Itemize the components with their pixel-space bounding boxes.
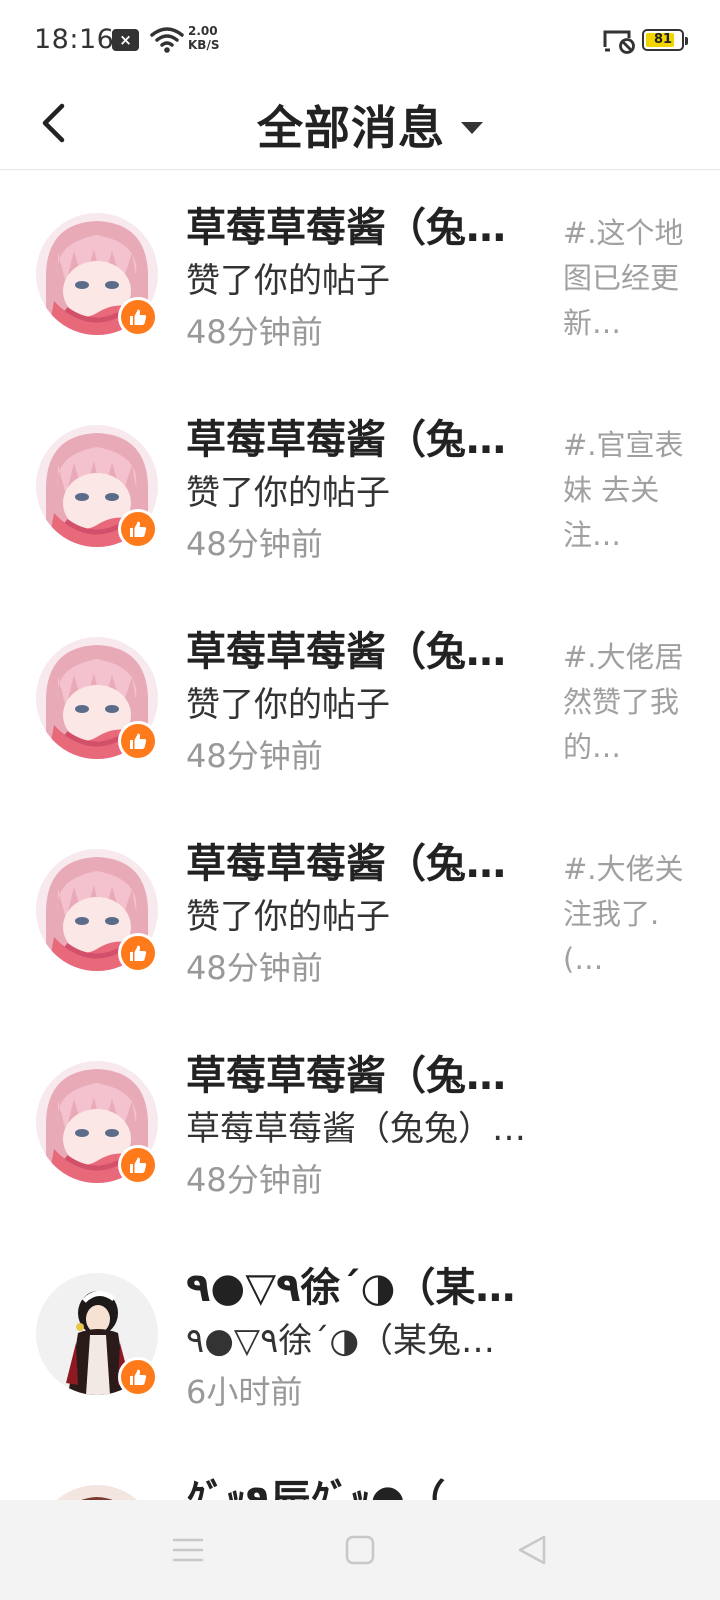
message-item[interactable]: ｸﾞｯ٩辰ｸﾞｯ●（ [0,1443,720,1501]
sender-name: 草莓草莓酱（兔… [186,629,506,675]
sender-name: 草莓草莓酱（兔… [186,841,506,887]
triangle-back-icon[interactable] [512,1530,552,1570]
like-badge [118,1145,158,1185]
menu-icon[interactable] [168,1530,208,1570]
battery-icon: 81 [642,29,688,51]
message-item[interactable]: 草莓草莓酱（兔… 赞了你的帖子 48分钟前 #.官宣表妹 去关注… [0,383,720,595]
thumbs-up-icon [130,309,147,325]
message-time: 48分钟前 [186,949,323,987]
message-text: 赞了你的帖子 [186,473,390,513]
header: 全部消息 [0,80,720,170]
message-time: 48分钟前 [186,737,323,775]
post-preview[interactable]: #.大佬关注我了.(… [563,847,693,982]
network-speed-unit: KB/S [188,38,220,52]
message-item[interactable]: 草莓草莓酱（兔… 草莓草莓酱（兔兔）… 48分钟前 [0,1019,720,1231]
screen-cast-off-icon [603,30,635,54]
thumbs-up-icon [130,945,147,961]
battery-level: 81 [653,32,673,47]
message-time: 48分钟前 [186,1161,323,1199]
message-text: 赞了你的帖子 [186,261,390,301]
message-item[interactable]: 草莓草莓酱（兔… 赞了你的帖子 48分钟前 #.大佬关注我了.(… [0,807,720,1019]
message-list: 草莓草莓酱（兔… 赞了你的帖子 48分钟前 #.这个地图已经更新… 草莓草莓酱（兔… 赞了… [0,171,720,1501]
sender-name: 草莓草莓酱（兔… [186,417,506,463]
thumbs-up-icon [130,1369,147,1385]
message-text: 草莓草莓酱（兔兔）… [186,1109,526,1149]
status-bar: 18:16 × 2.00 KB/S 81 [0,0,720,80]
system-nav-bar [0,1500,720,1600]
thumbs-up-icon [130,521,147,537]
title-dropdown[interactable]: 全部消息 [0,80,720,170]
message-text: 赞了你的帖子 [186,685,390,725]
sender-name: 草莓草莓酱（兔… [186,205,506,251]
message-item[interactable]: 草莓草莓酱（兔… 赞了你的帖子 48分钟前 #.大佬居然赞了我的… [0,595,720,807]
message-time: 48分钟前 [186,525,323,563]
post-preview[interactable]: #.官宣表妹 去关注… [563,423,693,558]
message-time: 48分钟前 [186,313,323,351]
status-time: 18:16 [34,24,115,55]
sender-name: ｸﾞｯ٩辰ｸﾞｯ●（ [186,1477,446,1501]
square-home-icon[interactable] [340,1530,380,1570]
thumbs-up-icon [130,733,147,749]
thumbs-up-icon [130,1157,147,1173]
notification-x-icon: × [112,29,139,51]
message-time: 6小时前 [186,1373,303,1411]
caret-down-icon [461,122,483,134]
message-text: ٩▽●٩徐´◑（某兔… [186,1321,496,1361]
like-badge [118,721,158,761]
sender-name: ٩▽●٩徐´◑（某… [186,1265,516,1311]
message-item[interactable]: 草莓草莓酱（兔… 赞了你的帖子 48分钟前 #.这个地图已经更新… [0,171,720,383]
like-badge [118,509,158,549]
message-item[interactable]: ٩▽●٩徐´◑（某… ٩▽●٩徐´◑（某兔… 6小时前 [0,1231,720,1443]
like-badge [118,933,158,973]
network-speed: 2.00 KB/S [188,24,219,52]
like-badge [118,297,158,337]
post-preview[interactable]: #.这个地图已经更新… [563,211,693,346]
avatar[interactable] [36,1485,158,1501]
page-title: 全部消息 [257,101,445,155]
post-preview[interactable]: #.大佬居然赞了我的… [563,635,693,770]
sender-name: 草莓草莓酱（兔… [186,1053,506,1099]
message-text: 赞了你的帖子 [186,897,390,937]
like-badge [118,1357,158,1397]
wifi-icon [150,27,184,53]
network-speed-value: 2.00 [188,24,218,38]
